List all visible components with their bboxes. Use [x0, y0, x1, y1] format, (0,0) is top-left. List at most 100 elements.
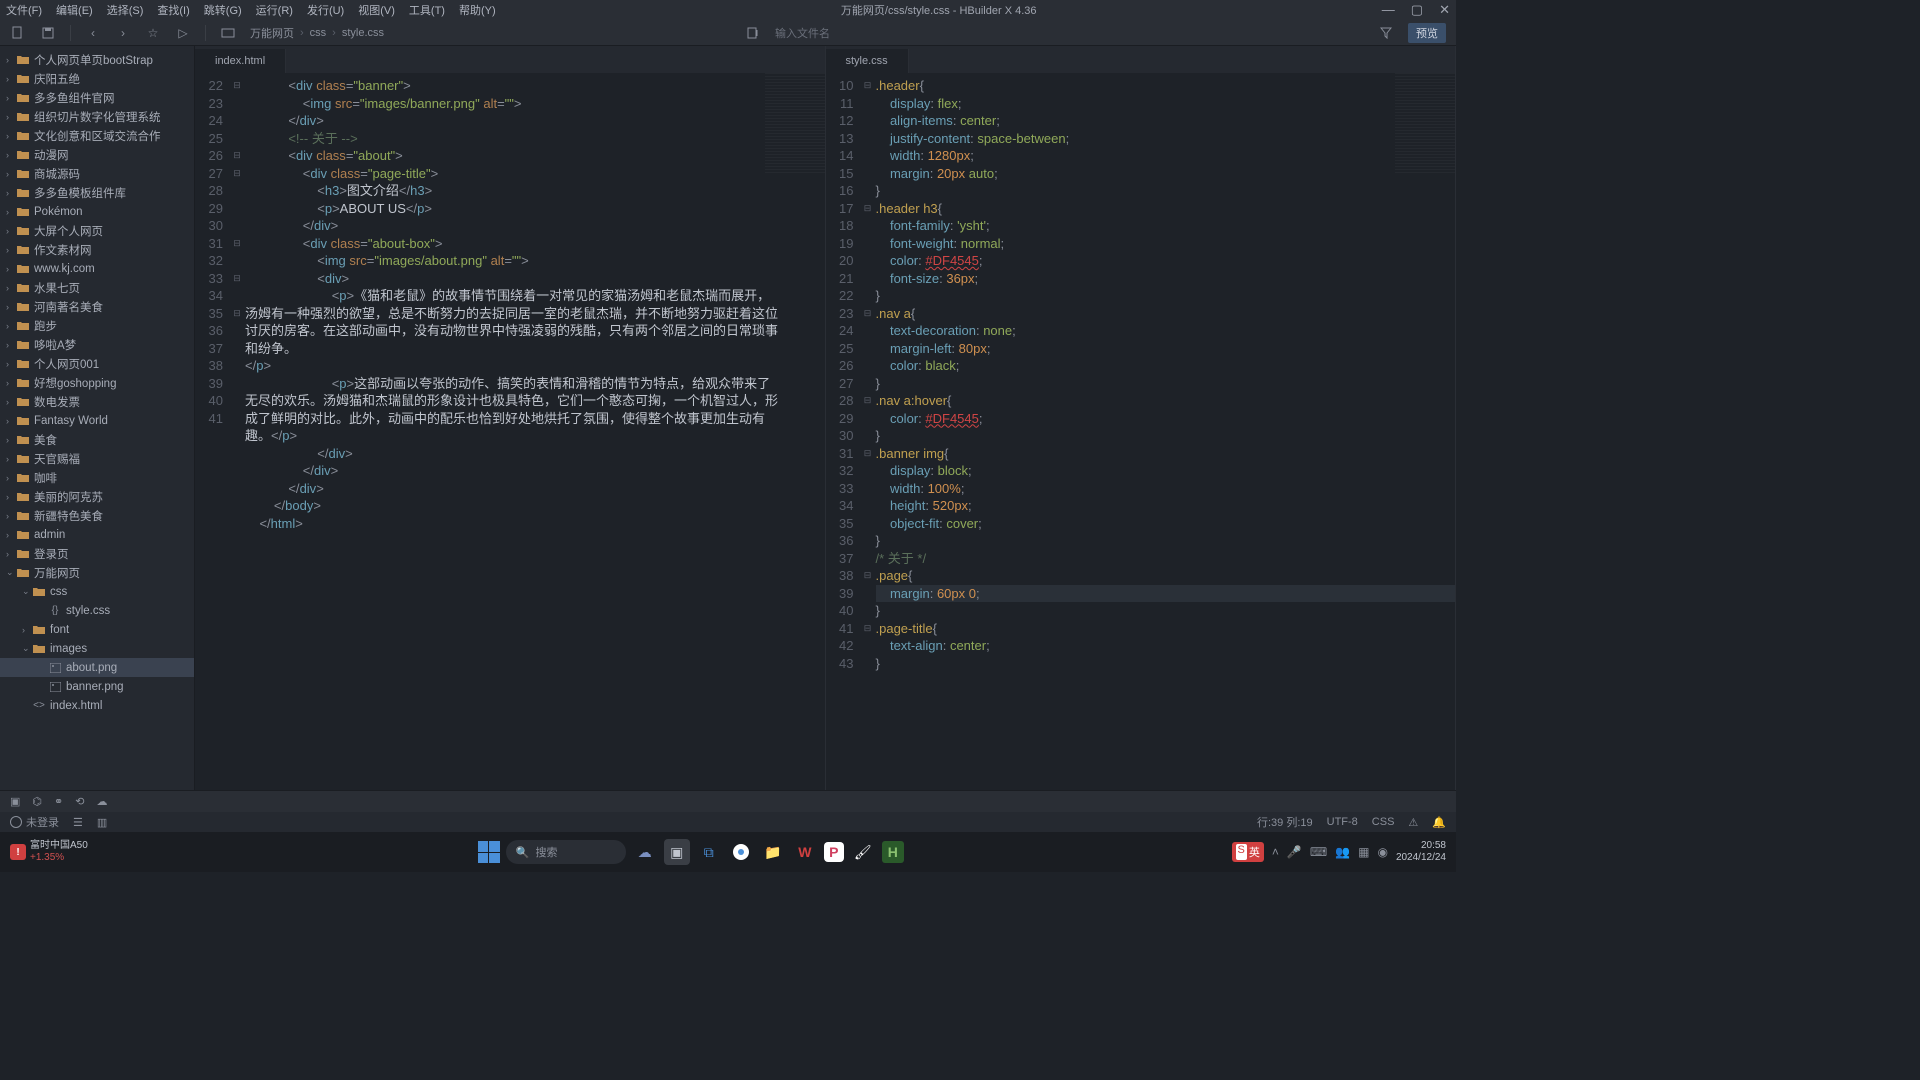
- tree-item[interactable]: ›动漫网: [0, 145, 194, 164]
- link-icon[interactable]: ⚭: [54, 795, 63, 808]
- app-p-icon[interactable]: P: [824, 842, 844, 862]
- notification-icon[interactable]: ⚠: [1408, 816, 1418, 829]
- tree-item[interactable]: ›美丽的阿克苏: [0, 487, 194, 506]
- menu-item[interactable]: 工具(T): [409, 2, 445, 18]
- tree-item[interactable]: {}style.css: [0, 601, 194, 620]
- tree-item[interactable]: ›个人网页001: [0, 354, 194, 373]
- tree-item[interactable]: ›跑步: [0, 316, 194, 335]
- menu-item[interactable]: 帮助(Y): [459, 2, 496, 18]
- stock-widget[interactable]: ! 富时中国A50 +1.35%: [10, 840, 88, 864]
- maximize-button[interactable]: ▢: [1411, 2, 1423, 18]
- tree-item[interactable]: ›水果七页: [0, 278, 194, 297]
- tree-item[interactable]: ›数电发票: [0, 392, 194, 411]
- split-icon[interactable]: ▥: [97, 816, 107, 829]
- forward-icon[interactable]: ›: [115, 25, 131, 41]
- breadcrumb[interactable]: 万能网页›css›style.css: [250, 25, 384, 41]
- minimap-left[interactable]: [765, 73, 825, 173]
- sync-icon[interactable]: ⟲: [75, 795, 84, 808]
- code-editor-right[interactable]: 1011121314151617181920212223242526272829…: [826, 73, 1456, 790]
- back-icon[interactable]: ‹: [85, 25, 101, 41]
- tree-item[interactable]: ›商城源码: [0, 164, 194, 183]
- tab-index-html[interactable]: index.html: [195, 49, 286, 73]
- tree-item[interactable]: ›组织切片数字化管理系统: [0, 107, 194, 126]
- explorer-icon[interactable]: [220, 25, 236, 41]
- tree-item[interactable]: ›多多鱼组件官网: [0, 88, 194, 107]
- tree-item[interactable]: ›文化创意和区域交流合作: [0, 126, 194, 145]
- app-explorer-icon[interactable]: ▣: [664, 839, 690, 865]
- menu-item[interactable]: 编辑(E): [56, 2, 93, 18]
- minimap-right[interactable]: [1395, 73, 1455, 173]
- tree-item[interactable]: ›多多鱼模板组件库: [0, 183, 194, 202]
- app-brush-icon[interactable]: 🖌: [850, 839, 876, 865]
- tree-item[interactable]: ⌄万能网页: [0, 563, 194, 582]
- filename-input[interactable]: 输入文件名: [775, 25, 830, 41]
- taskbar-search[interactable]: 🔍 搜索: [506, 840, 626, 864]
- app-cloud-icon[interactable]: ☁: [632, 839, 658, 865]
- tree-item[interactable]: ›大屏个人网页: [0, 221, 194, 240]
- tree-item[interactable]: ›Pokémon: [0, 202, 194, 221]
- code-editor-left[interactable]: 2223242526272829303132333435363738394041…: [195, 73, 825, 790]
- tree-item[interactable]: ⌄css: [0, 582, 194, 601]
- preview-button[interactable]: 预览: [1408, 23, 1446, 43]
- tree-item[interactable]: <>index.html: [0, 696, 194, 715]
- run-icon[interactable]: ▷: [175, 25, 191, 41]
- tree-item[interactable]: ›admin: [0, 525, 194, 544]
- new-tab-icon[interactable]: [745, 25, 761, 41]
- tree-item[interactable]: banner.png: [0, 677, 194, 696]
- tree-item[interactable]: ›河南著名美食: [0, 297, 194, 316]
- language-mode[interactable]: CSS: [1372, 816, 1395, 828]
- tree-item[interactable]: ›作文素材网: [0, 240, 194, 259]
- app-wps-icon[interactable]: W: [792, 839, 818, 865]
- menu-item[interactable]: 发行(U): [307, 2, 344, 18]
- cloud-icon[interactable]: ☁: [96, 795, 107, 808]
- list-icon[interactable]: ☰: [73, 816, 83, 829]
- tree-item[interactable]: about.png: [0, 658, 194, 677]
- terminal-icon[interactable]: ▣: [10, 795, 20, 808]
- tree-item[interactable]: ›庆阳五绝: [0, 69, 194, 88]
- menu-item[interactable]: 查找(I): [157, 2, 189, 18]
- app-chrome-icon[interactable]: [728, 839, 754, 865]
- tray-circle-icon[interactable]: ◉: [1377, 845, 1387, 859]
- tray-people-icon[interactable]: 👥: [1335, 845, 1350, 859]
- tree-item[interactable]: ›登录页: [0, 544, 194, 563]
- tree-item[interactable]: ›好想goshopping: [0, 373, 194, 392]
- menu-item[interactable]: 文件(F): [6, 2, 42, 18]
- encoding[interactable]: UTF-8: [1327, 816, 1358, 828]
- minimize-button[interactable]: —: [1382, 2, 1395, 18]
- tree-item[interactable]: ›哆啦A梦: [0, 335, 194, 354]
- app-folder-icon[interactable]: 📁: [760, 839, 786, 865]
- file-explorer[interactable]: ›个人网页单页bootStrap›庆阳五绝›多多鱼组件官网›组织切片数字化管理系…: [0, 46, 195, 790]
- tree-item[interactable]: ›美食: [0, 430, 194, 449]
- tray-mic-icon[interactable]: 🎤: [1287, 845, 1302, 859]
- new-file-icon[interactable]: [10, 25, 26, 41]
- menu-item[interactable]: 选择(S): [107, 2, 144, 18]
- filter-icon[interactable]: [1378, 25, 1394, 41]
- app-hbuilder-icon[interactable]: H: [882, 841, 904, 863]
- star-icon[interactable]: ☆: [145, 25, 161, 41]
- tree-item[interactable]: ›咖啡: [0, 468, 194, 487]
- ime-indicator[interactable]: S 英: [1232, 842, 1264, 862]
- tree-item[interactable]: ›Fantasy World: [0, 411, 194, 430]
- tab-style-css[interactable]: style.css: [826, 49, 909, 73]
- tray-arrow-icon[interactable]: ˄: [1272, 845, 1279, 859]
- menu-item[interactable]: 运行(R): [256, 2, 293, 18]
- bell-icon[interactable]: 🔔: [1432, 816, 1446, 829]
- start-button[interactable]: [478, 841, 500, 863]
- tray-keyboard-icon[interactable]: ⌨: [1310, 845, 1327, 859]
- close-button[interactable]: ✕: [1439, 2, 1450, 18]
- debug-icon[interactable]: ⌬: [32, 795, 42, 808]
- tree-item[interactable]: ›www.kj.com: [0, 259, 194, 278]
- tree-item[interactable]: ›font: [0, 620, 194, 639]
- save-icon[interactable]: [40, 25, 56, 41]
- menu-item[interactable]: 跳转(G): [204, 2, 242, 18]
- system-tray[interactable]: ˄ 🎤 ⌨ 👥 ▦ ◉: [1272, 845, 1388, 859]
- login-status[interactable]: 未登录: [10, 814, 59, 830]
- tree-item[interactable]: ›新疆特色美食: [0, 506, 194, 525]
- clock[interactable]: 20:58 2024/12/24: [1396, 840, 1446, 864]
- tree-item[interactable]: ›个人网页单页bootStrap: [0, 50, 194, 69]
- tree-item[interactable]: ›天官赐福: [0, 449, 194, 468]
- app-vscode-icon[interactable]: ⧉: [696, 839, 722, 865]
- tree-item[interactable]: ⌄images: [0, 639, 194, 658]
- menu-item[interactable]: 视图(V): [358, 2, 395, 18]
- tray-grid-icon[interactable]: ▦: [1358, 845, 1369, 859]
